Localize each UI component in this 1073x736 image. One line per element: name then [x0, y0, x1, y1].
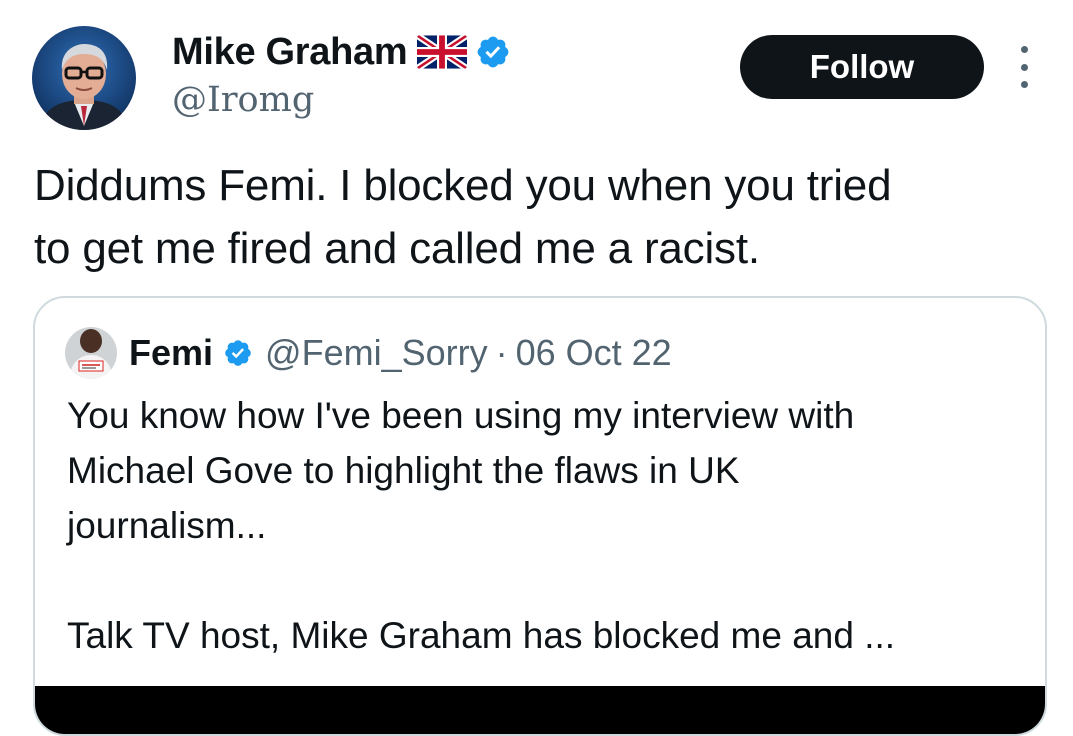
meta-separator: ·: [495, 332, 508, 373]
more-options-icon[interactable]: [1012, 46, 1036, 88]
follow-button[interactable]: Follow: [740, 35, 984, 99]
verified-badge-icon[interactable]: [475, 34, 511, 70]
quoted-author-name: Femi: [129, 332, 214, 373]
more-dot: [1020, 46, 1028, 53]
quoted-tweet-date: 06 Oct 22: [515, 332, 672, 373]
tweet-text: Diddums Femi. I blocked you when you tri…: [34, 161, 892, 273]
verified-badge-icon: [223, 338, 253, 368]
quoted-tweet-card[interactable]: Femi @Femi_Sorry · 06 Oct 22 You know ho…: [33, 296, 1047, 736]
quoted-tweet-header: Femi @Femi_Sorry · 06 Oct 22: [65, 327, 672, 379]
more-dot: [1020, 63, 1028, 71]
quoted-author-avatar[interactable]: [65, 327, 117, 379]
united-kingdom-flag-icon: [417, 34, 468, 70]
author-avatar[interactable]: [32, 26, 136, 130]
author-handle[interactable]: @Iromg: [172, 80, 314, 120]
author-name-row: Mike Graham: [172, 26, 511, 78]
quoted-author-handle: @Femi_Sorry: [265, 332, 488, 373]
quoted-tweet-media[interactable]: [35, 686, 1045, 734]
quoted-tweet-text: You know how I've been using my intervie…: [67, 395, 896, 656]
more-dot: [1020, 81, 1028, 88]
author-display-name[interactable]: Mike Graham: [172, 31, 408, 74]
